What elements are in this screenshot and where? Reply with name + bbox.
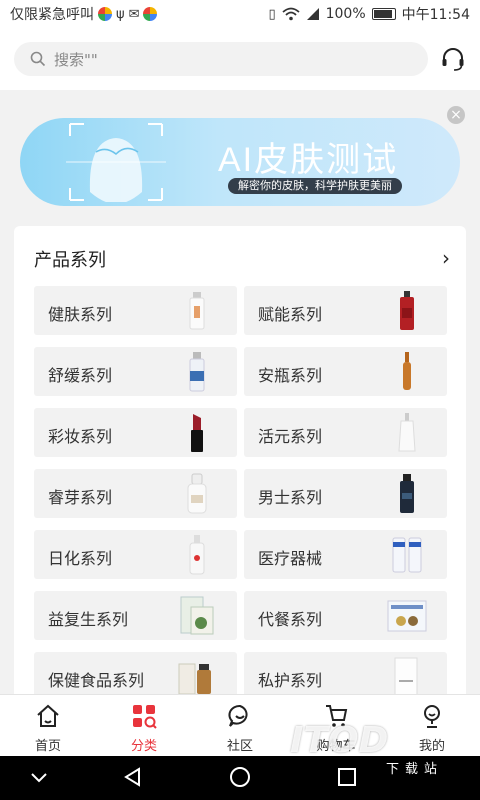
- series-label: 私护系列: [258, 671, 323, 690]
- tab-home[interactable]: 首页: [0, 695, 96, 756]
- series-tile[interactable]: 赋能系列: [244, 286, 447, 335]
- face-scan-icon: [66, 123, 166, 202]
- search-bar[interactable]: 搜索"": [14, 42, 428, 76]
- series-tile[interactable]: 活元系列: [244, 408, 447, 457]
- series-label: 日化系列: [48, 549, 113, 568]
- series-label: 益复生系列: [48, 610, 129, 629]
- watermark-logo: ITOD 下载站: [290, 720, 470, 780]
- status-bar: 仅限紧急呼叫 ψ ✉ ▯ 100% 中午11:54: [0, 0, 480, 28]
- clock: 中午11:54: [401, 7, 470, 23]
- search-header: 搜索"": [0, 28, 480, 90]
- chevron-right-icon[interactable]: ›: [442, 246, 450, 270]
- series-label: 赋能系列: [258, 305, 323, 324]
- home-nav-icon[interactable]: [229, 766, 251, 788]
- series-tile[interactable]: 医疗器械: [244, 530, 447, 579]
- vibrate-icon: ▯: [268, 6, 276, 22]
- product-image: [189, 352, 205, 392]
- series-grid: 健肤系列 赋能系列 舒缓系列 安瓶系列 彩妆系列 活元系列 睿芽系列 男士系列 …: [34, 286, 447, 701]
- series-tile[interactable]: 益复生系列: [34, 591, 237, 640]
- product-image: [191, 414, 203, 452]
- series-tile[interactable]: 日化系列: [34, 530, 237, 579]
- tab-label: 首页: [34, 739, 61, 754]
- banner-title: AI皮肤测试: [218, 141, 399, 179]
- product-image: [178, 663, 211, 695]
- banner-close-button[interactable]: ×: [447, 106, 465, 124]
- category-icon: [133, 705, 157, 729]
- product-image: [189, 535, 205, 575]
- product-image: [187, 473, 207, 514]
- search-icon: [30, 51, 46, 67]
- usb-icon: ψ: [116, 6, 125, 22]
- battery-icon: [371, 8, 396, 20]
- home-icon: [37, 704, 59, 727]
- back-icon[interactable]: [122, 766, 144, 788]
- watermark-subtext: 下载站: [386, 762, 444, 777]
- ai-skin-test-banner[interactable]: AI皮肤测试 解密你的皮肤，科学护肤更美丽: [20, 118, 460, 206]
- series-label: 舒缓系列: [48, 366, 113, 385]
- series-label: 男士系列: [258, 488, 323, 507]
- signal-icon: [306, 8, 319, 20]
- product-image: [180, 596, 214, 635]
- series-label: 睿芽系列: [48, 488, 113, 507]
- watermark-text: ITOD: [290, 720, 389, 761]
- product-image: [400, 474, 414, 513]
- series-tile[interactable]: 彩妆系列: [34, 408, 237, 457]
- search-input[interactable]: 搜索"": [54, 49, 98, 70]
- product-image: [398, 413, 416, 452]
- app-notification-icon: [98, 7, 112, 21]
- battery-percent: 100%: [325, 6, 366, 22]
- product-image: [400, 291, 414, 330]
- series-tile[interactable]: 舒缓系列: [34, 347, 237, 396]
- tab-label: 社区: [226, 739, 253, 754]
- customer-service-icon[interactable]: [440, 46, 466, 72]
- series-label: 安瓶系列: [258, 366, 323, 385]
- series-tile[interactable]: 男士系列: [244, 469, 447, 518]
- tab-label: 分类: [130, 739, 157, 754]
- series-label: 活元系列: [258, 427, 323, 446]
- series-label: 健肤系列: [48, 305, 113, 324]
- status-text: 仅限紧急呼叫: [10, 7, 94, 23]
- banner-subtitle: 解密你的皮肤，科学护肤更美丽: [228, 178, 402, 194]
- series-tile[interactable]: 睿芽系列: [34, 469, 237, 518]
- product-image: [387, 600, 427, 632]
- series-tile[interactable]: 代餐系列: [244, 591, 447, 640]
- wechat-icon: ✉: [128, 6, 140, 22]
- series-tile[interactable]: 安瓶系列: [244, 347, 447, 396]
- series-label: 医疗器械: [258, 549, 323, 568]
- app-notification-icon-2: [143, 7, 158, 21]
- product-image: [392, 537, 422, 573]
- section-title: 产品系列: [34, 250, 106, 271]
- wifi-icon: [282, 7, 300, 21]
- series-label: 代餐系列: [258, 610, 323, 629]
- series-tile[interactable]: 健肤系列: [34, 286, 237, 335]
- series-label: 保健食品系列: [48, 671, 145, 690]
- product-image: [403, 352, 411, 390]
- tab-category[interactable]: 分类: [96, 695, 192, 756]
- product-image: [394, 657, 418, 697]
- product-series-card: 产品系列 › 健肤系列 赋能系列 舒缓系列 安瓶系列 彩妆系列 活元系列 睿芽系…: [14, 226, 466, 706]
- tab-community[interactable]: 社区: [192, 695, 288, 756]
- series-label: 彩妆系列: [48, 427, 113, 446]
- product-image: [189, 292, 205, 330]
- chevron-down-icon[interactable]: [28, 766, 50, 788]
- community-icon: [228, 705, 248, 727]
